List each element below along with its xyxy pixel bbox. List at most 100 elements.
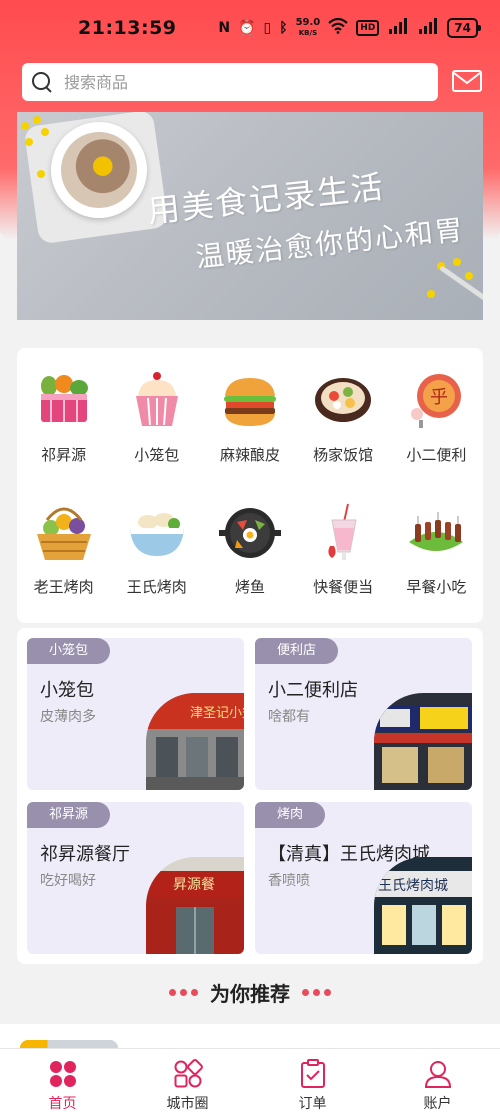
corn-kernel [453, 258, 461, 266]
tab-label: 账户 [423, 1096, 452, 1112]
bibimbap-pan-icon [218, 502, 281, 564]
category-label: 杨家饭馆 [313, 446, 374, 464]
svg-text:乎: 乎 [430, 387, 448, 408]
search-input[interactable] [64, 72, 404, 92]
category-item[interactable]: 祁昇源 [17, 348, 110, 480]
category-item[interactable]: 乎 小二便利 [390, 348, 483, 480]
network-speed: 59.0 KB/S [296, 18, 321, 38]
shop-tag: 便利店 [255, 638, 339, 664]
category-label: 早餐小吃 [406, 578, 467, 596]
category-item[interactable]: 杨家饭馆 [297, 348, 390, 480]
corn-kernel [25, 138, 33, 146]
burger-icon [219, 370, 281, 432]
shop-card[interactable]: 便利店 小二便利店 啥都有 [255, 638, 472, 790]
category-label: 老王烤肉 [33, 578, 94, 596]
city-circle-icon [173, 1059, 203, 1089]
category-label: 小笼包 [134, 446, 180, 464]
shop-name: 小二便利店 [268, 680, 358, 701]
shop-tag: 小笼包 [27, 638, 111, 664]
corn-kernel [465, 272, 473, 280]
tab-home[interactable]: 首页 [0, 1049, 125, 1116]
tab-label: 订单 [298, 1096, 327, 1112]
corn-kernel [21, 122, 29, 130]
decor-dots-right [302, 989, 331, 996]
decor-dots-left [169, 989, 198, 996]
skewer-icon [405, 502, 467, 564]
shop-desc: 香喷喷 [268, 873, 310, 889]
shop-desc: 啥都有 [268, 709, 310, 725]
tab-city-circle[interactable]: 城市圈 [125, 1049, 250, 1116]
category-item[interactable]: 王氏烤肉 [110, 480, 203, 612]
shop-photo: 昇源餐 [146, 857, 244, 954]
shop-card[interactable]: 祁昇源 祁昇源餐厅 吃好喝好 昇源餐 [27, 802, 244, 954]
hd-badge: HD [356, 20, 380, 36]
category-item[interactable]: 烤鱼 [203, 480, 296, 612]
network-speed-value: 59.0 [295, 17, 321, 28]
search-bar[interactable] [22, 63, 438, 101]
shop-tag: 祁昇源 [27, 802, 111, 828]
shop-name: 祁昇源餐厅 [40, 844, 130, 865]
shop-name: 小笼包 [40, 680, 94, 701]
category-label: 烤鱼 [234, 578, 265, 596]
category-label: 祁昇源 [41, 446, 87, 464]
wifi-icon [328, 17, 349, 38]
status-bar: 21:13:59 N ⏰ ▯ ᛒ 59.0 KB/S HD 74 [0, 0, 500, 56]
pizza-icon: 乎 [405, 370, 467, 432]
shop-photo: 王氏烤肉城 [374, 857, 472, 954]
alarm-icon: ⏰ [238, 20, 256, 36]
status-icons: N ⏰ ▯ ᛒ 59.0 KB/S HD 74 [218, 17, 481, 38]
shop-sign-text: 昇源餐 [173, 877, 215, 893]
network-speed-unit: KB/S [298, 29, 318, 37]
shop-sign-text: 王氏烤肉城 [378, 878, 448, 894]
tab-orders[interactable]: 订单 [250, 1049, 375, 1116]
fruit-basket-icon [33, 502, 95, 564]
shop-card[interactable]: 烤肉 【清真】王氏烤肉城 香喷喷 王氏烤肉城 [255, 802, 472, 954]
tab-label: 城市圈 [166, 1096, 209, 1112]
corn-kernel [37, 170, 45, 178]
home-grid-icon [48, 1059, 78, 1089]
battery-indicator: 74 [447, 18, 481, 38]
bottom-tab-bar: 首页 城市圈 订单 账户 [0, 1048, 500, 1116]
shop-photo [374, 693, 472, 790]
category-item[interactable]: 小笼包 [110, 348, 203, 480]
milkshake-icon [312, 502, 374, 564]
status-time: 21:13:59 [78, 17, 177, 39]
corn-kernel [427, 290, 435, 298]
recommend-section-header: 为你推荐 [0, 978, 500, 1007]
search-icon [30, 70, 54, 94]
category-grid: 祁昇源 小笼包 麻辣酿皮 杨家饭馆 乎 小二便利 老王烤肉 王氏烤肉 烤鱼 快餐… [17, 348, 483, 612]
promo-banner[interactable]: 用美食记录生活 温暖治愈你的心和胃 [17, 112, 483, 320]
dumpling-bowl-icon [126, 502, 188, 564]
banner-soup [61, 132, 137, 208]
recommend-title: 为你推荐 [210, 982, 290, 1006]
shop-sign-text: 津圣记小笼 [190, 705, 244, 721]
tab-label: 首页 [48, 1096, 77, 1112]
category-label: 快餐便当 [313, 578, 374, 596]
category-label: 王氏烤肉 [126, 578, 187, 596]
category-item[interactable]: 快餐便当 [297, 480, 390, 612]
category-panel: 祁昇源 小笼包 麻辣酿皮 杨家饭馆 乎 小二便利 老王烤肉 王氏烤肉 烤鱼 快餐… [17, 348, 483, 623]
category-item[interactable]: 麻辣酿皮 [203, 348, 296, 480]
vegetable-basket-icon [33, 370, 95, 432]
category-label: 麻辣酿皮 [219, 446, 280, 464]
corn-kernel [41, 128, 49, 136]
shop-desc: 皮薄肉多 [40, 709, 96, 725]
shop-card[interactable]: 小笼包 小笼包 皮薄肉多 津圣记小笼 [27, 638, 244, 790]
category-label: 小二便利 [406, 446, 467, 464]
cupcake-icon [126, 370, 188, 432]
tab-account[interactable]: 账户 [375, 1049, 500, 1116]
mail-icon[interactable] [452, 70, 482, 92]
signal-5g-icon [387, 18, 409, 38]
shop-photo: 津圣记小笼 [146, 693, 244, 790]
account-person-icon [423, 1059, 453, 1089]
shop-desc: 吃好喝好 [40, 873, 96, 889]
nfc-icon: N [218, 20, 231, 36]
bluetooth-icon: ᛒ [279, 20, 288, 36]
vibrate-icon: ▯ [263, 20, 272, 36]
shop-tag: 烤肉 [255, 802, 326, 828]
corn-kernel [33, 116, 41, 124]
category-item[interactable]: 老王烤肉 [17, 480, 110, 612]
banner-spoon [438, 265, 483, 304]
signal-4g-icon [417, 18, 439, 38]
category-item[interactable]: 早餐小吃 [390, 480, 483, 612]
